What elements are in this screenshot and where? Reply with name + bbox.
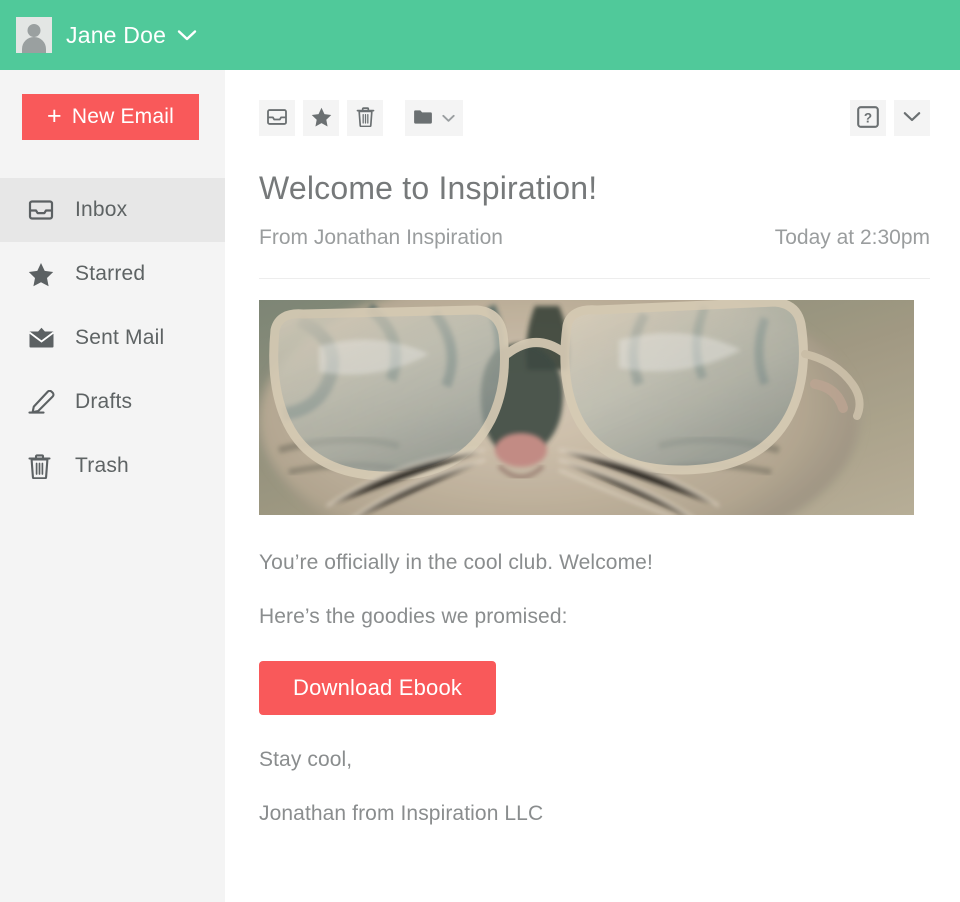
- new-email-label: New Email: [71, 105, 174, 128]
- star-icon: [28, 262, 58, 287]
- sidebar-item-inbox[interactable]: Inbox: [0, 178, 225, 242]
- user-name: Jane Doe: [66, 21, 167, 48]
- question-mark-icon: ?: [856, 105, 880, 132]
- email-hero-image: [259, 300, 914, 515]
- avatar-body: [22, 37, 46, 53]
- sidebar: + New Email Inbox Starred Sent Mail Draf…: [0, 70, 225, 902]
- email-timestamp: Today at 2:30pm: [774, 226, 930, 249]
- sidebar-item-label: Trash: [75, 454, 129, 477]
- download-ebook-button[interactable]: Download Ebook: [259, 661, 497, 715]
- pencil-icon: [28, 390, 58, 414]
- star-icon: [311, 107, 332, 130]
- delete-button[interactable]: [347, 100, 383, 136]
- email-toolbar: ?: [259, 70, 930, 148]
- star-button[interactable]: [303, 100, 339, 136]
- sidebar-item-starred[interactable]: Starred: [0, 242, 225, 306]
- email-body-line-1: You’re officially in the cool club. Welc…: [259, 551, 653, 574]
- sidebar-item-label: Inbox: [75, 198, 128, 221]
- chevron-down-icon[interactable]: [177, 29, 197, 42]
- sidebar-item-label: Sent Mail: [75, 326, 165, 349]
- email-body-line-2: Here’s the goodies we promised:: [259, 605, 568, 628]
- toolbar-left-group: [259, 100, 471, 136]
- trash-icon: [28, 453, 58, 479]
- email-sender: From Jonathan Inspiration: [259, 226, 503, 249]
- new-email-button[interactable]: + New Email: [22, 94, 199, 140]
- body-split: + New Email Inbox Starred Sent Mail Draf…: [0, 70, 960, 902]
- sent-mail-icon: [28, 327, 58, 349]
- cta-container: Download Ebook: [259, 661, 930, 715]
- plus-icon: +: [47, 101, 62, 130]
- reading-pane: ? Welcome to Inspiration! From Jonathan …: [225, 70, 960, 902]
- sidebar-item-label: Starred: [75, 262, 146, 285]
- email-client-app: Jane Doe + New Email Inbox Starred Sent …: [0, 0, 960, 902]
- trash-icon: [356, 106, 375, 130]
- sidebar-item-trash[interactable]: Trash: [0, 434, 225, 498]
- more-options-button[interactable]: [894, 100, 930, 136]
- email-signature: Jonathan from Inspiration LLC: [259, 802, 544, 825]
- sidebar-nav: Inbox Starred Sent Mail Drafts Trash: [0, 178, 225, 498]
- svg-text:?: ?: [864, 110, 872, 125]
- email-meta: From Jonathan Inspiration Today at 2:30p…: [259, 226, 930, 250]
- inbox-icon: [28, 199, 58, 221]
- top-bar: Jane Doe: [0, 0, 960, 70]
- folder-icon: [413, 109, 433, 128]
- sidebar-item-label: Drafts: [75, 390, 133, 413]
- move-to-folder-button[interactable]: [405, 100, 463, 136]
- sidebar-item-drafts[interactable]: Drafts: [0, 370, 225, 434]
- avatar: [16, 17, 52, 53]
- email-subject: Welcome to Inspiration!: [259, 170, 598, 206]
- inbox-icon: [266, 108, 288, 129]
- sidebar-item-sent-mail[interactable]: Sent Mail: [0, 306, 225, 370]
- toolbar-right-group: ?: [850, 100, 930, 136]
- email-signoff: Stay cool,: [259, 748, 353, 771]
- chevron-down-icon: [903, 111, 921, 126]
- avatar-head: [27, 24, 41, 37]
- help-button[interactable]: ?: [850, 100, 886, 136]
- header-divider: [259, 278, 930, 279]
- archive-button[interactable]: [259, 100, 295, 136]
- chevron-down-icon: [442, 111, 455, 126]
